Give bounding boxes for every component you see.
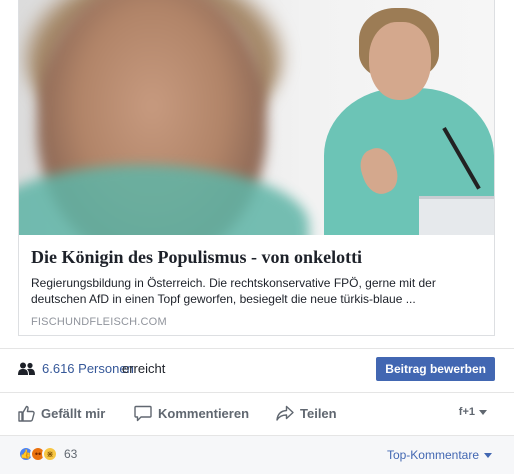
reactions-summary[interactable]: 👍 •• ⋇ 63 xyxy=(18,446,77,462)
like-label: Gefällt mir xyxy=(41,405,106,421)
people-icon xyxy=(18,362,35,375)
post: Die Königin des Populismus - von onkelot… xyxy=(0,0,514,474)
thumbs-up-icon xyxy=(18,405,35,422)
comment-sort-dropdown[interactable]: Top-Kommentare xyxy=(387,448,492,462)
lectern xyxy=(419,196,494,235)
link-title[interactable]: Die Königin des Populismus - von onkelot… xyxy=(31,246,482,268)
link-description: Regierungsbildung in Österreich. Die rec… xyxy=(31,276,436,306)
friends-of-friends-icon: f+1 xyxy=(458,406,475,418)
blurred-jacket xyxy=(19,165,309,235)
link-text-block[interactable]: Die Königin des Populismus - von onkelot… xyxy=(31,246,482,328)
reach-count-link[interactable]: 6.616 Personen xyxy=(42,361,134,376)
audience-selector[interactable]: f+1 xyxy=(459,406,487,418)
speaker-figure xyxy=(314,0,494,235)
share-label: Teilen xyxy=(300,405,337,421)
comment-label: Kommentieren xyxy=(158,405,250,421)
link-domain: FISCHUNDFLEISCH.COM xyxy=(31,316,167,328)
chevron-down-icon xyxy=(479,409,487,415)
link-preview-card[interactable]: Die Königin des Populismus - von onkelot… xyxy=(18,0,495,336)
reactions-footer: 👍 •• ⋇ 63 Top-Kommentare xyxy=(0,435,514,474)
divider xyxy=(0,392,514,393)
comment-sort-label: Top-Kommentare xyxy=(386,448,479,462)
action-bar: Gefällt mir Kommentieren Teilen f+1 xyxy=(18,398,495,428)
haha-reaction-icon: ⋇ xyxy=(42,446,58,462)
chevron-down-icon xyxy=(484,452,492,458)
speaker-face xyxy=(369,22,431,100)
link-preview-image[interactable] xyxy=(19,0,494,235)
boost-post-button[interactable]: Beitrag bewerben xyxy=(376,357,495,381)
comment-icon xyxy=(134,405,152,421)
comment-button[interactable]: Kommentieren xyxy=(134,401,249,425)
reaction-count: 63 xyxy=(64,447,78,461)
reach-row: 6.616 Personen erreicht Beitrag bewerben xyxy=(18,356,495,384)
reach-label: erreicht xyxy=(122,361,166,376)
divider xyxy=(0,348,514,349)
share-arrow-icon xyxy=(276,405,294,421)
share-button[interactable]: Teilen xyxy=(276,401,337,425)
like-button[interactable]: Gefällt mir xyxy=(18,401,105,425)
